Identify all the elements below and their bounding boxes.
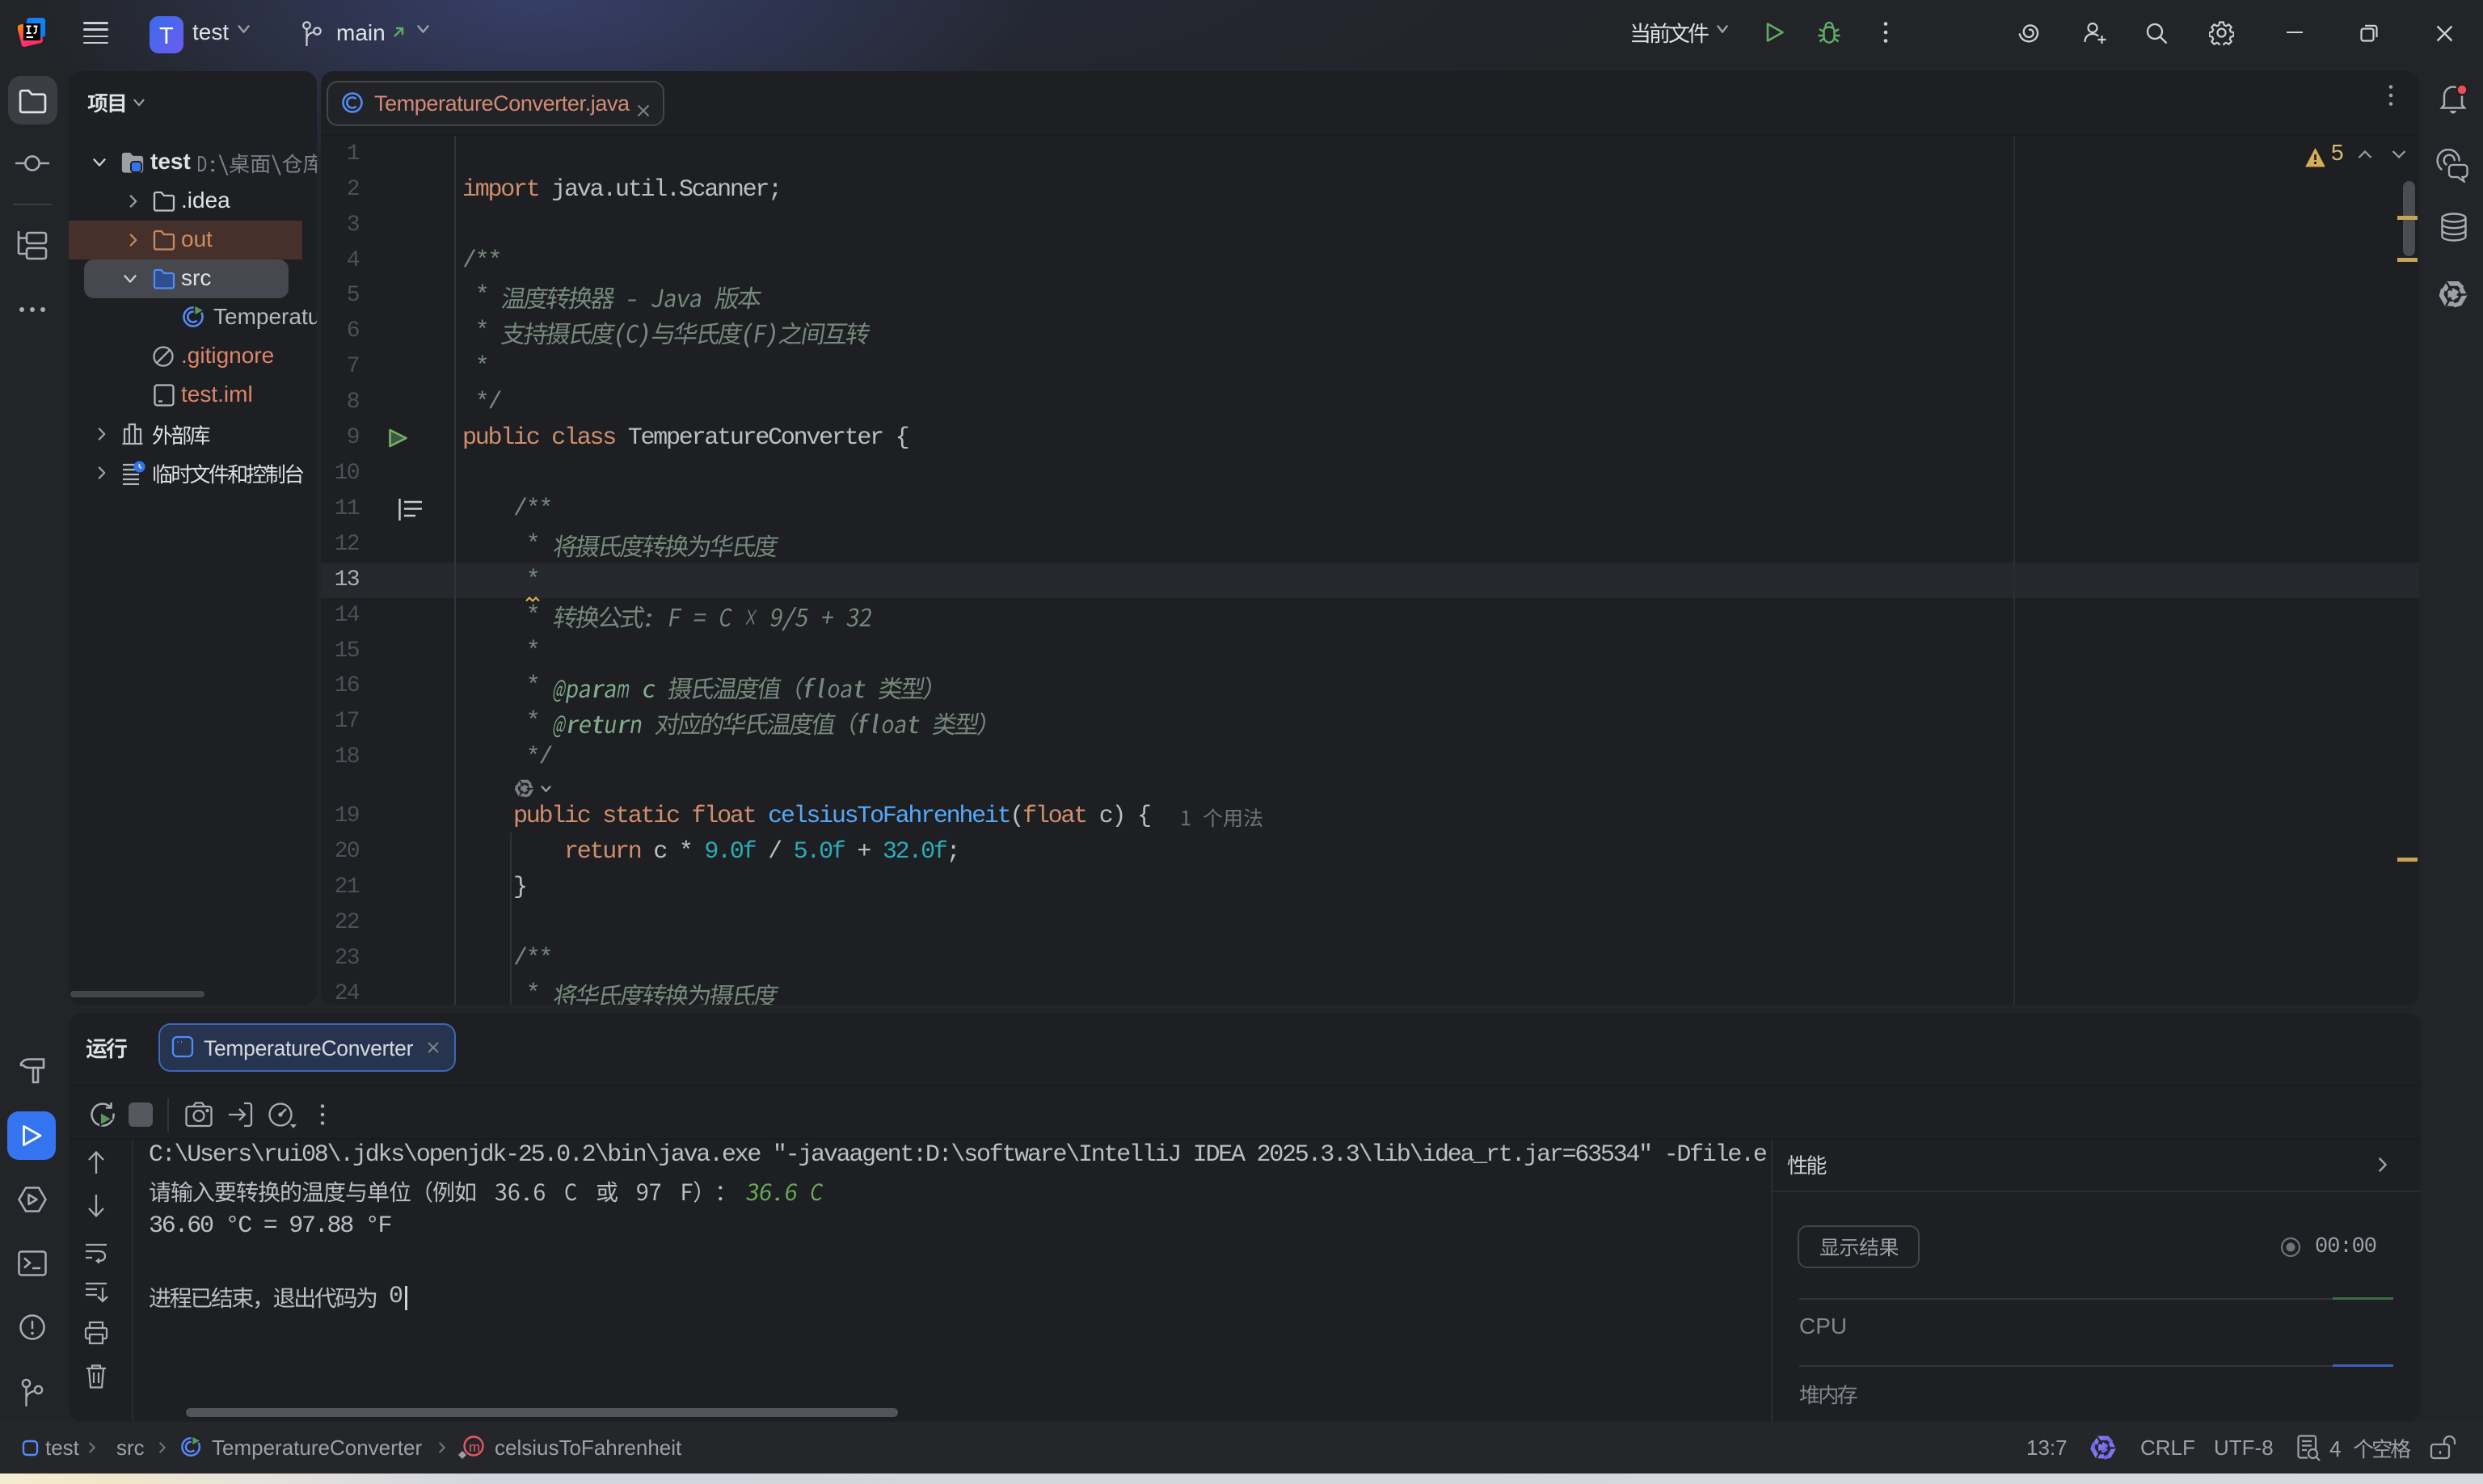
svg-text:T: T bbox=[159, 23, 174, 49]
svg-text:m: m bbox=[469, 1440, 480, 1455]
